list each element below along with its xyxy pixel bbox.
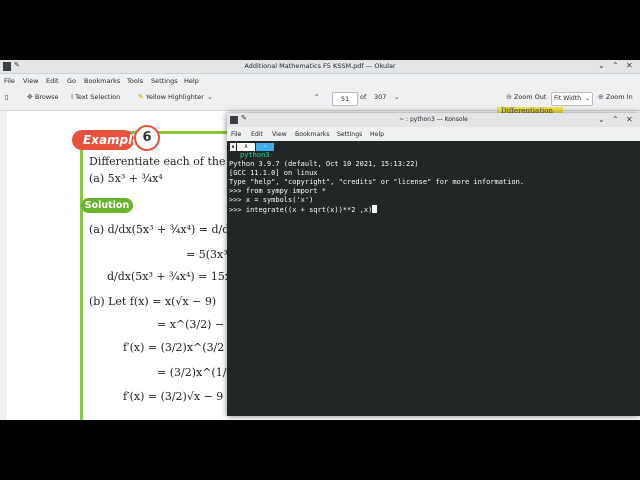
konsole-menu-help[interactable]: Help [370,131,384,138]
okular-menubar: File View Edit Go Bookmarks Tools Settin… [0,74,640,87]
next-page-icon[interactable]: ⌄ [394,93,399,101]
menu-file[interactable]: File [4,77,15,85]
highlighter-icon: ✎ [138,93,144,101]
menu-edit[interactable]: Edit [46,77,59,85]
maximize-icon[interactable]: ⌃ [612,61,619,70]
previous-page-icon[interactable]: ⌃ [314,93,319,101]
example-number: 6 [134,125,160,151]
okular-titlebar[interactable]: ✎ Additional Mathematics F5 KSSM.pdf — O… [0,60,640,74]
minimize-icon[interactable]: ⌄ [598,61,605,70]
konsole-menu-bookmarks[interactable]: Bookmarks [295,131,330,138]
terminal-input-line[interactable]: >>> integrate((x + sqrt(x))**2 ,x) [229,205,378,215]
menu-help[interactable]: Help [184,77,199,85]
hand-icon: ✥ [27,93,33,101]
menu-bookmarks[interactable]: Bookmarks [84,77,120,85]
sidebar-toggle-icon[interactable]: ▯ [5,93,9,101]
solution-line: (a) d/dx(5x³ + ¾x⁴) = d/dx(5 [89,223,247,236]
text-cursor [372,205,378,213]
menu-view[interactable]: View [23,77,38,85]
terminal-line: Type "help", "copyright", "credits" or "… [229,178,525,186]
konsole-menu-file[interactable]: File [231,131,241,138]
chevron-down-icon: ⌄ [584,95,590,102]
zoom-out-button[interactable]: ⊖ Zoom Out [506,93,546,101]
terminal-area[interactable]: ▪ A ~ python3 Python 3.9.7 (default, Oct… [227,141,640,416]
terminal-icon: ▪ [230,143,236,151]
terminal-line: [GCC 11.1.0] on linux [229,169,318,177]
close-icon[interactable]: ✕ [626,61,633,70]
konsole-titlebar[interactable]: ✎ ~ : python3 — Konsole ⌄ ⌃ ✕ [227,113,640,127]
maximize-icon[interactable]: ⌃ [612,115,619,124]
close-icon[interactable]: ✕ [626,115,633,124]
prompt-segment: ~ [256,143,274,151]
konsole-menu-view[interactable]: View [272,131,287,138]
desktop-screen: ✎ Additional Mathematics F5 KSSM.pdf — O… [0,60,640,420]
menu-tools[interactable]: Tools [127,77,143,85]
okular-window-title: Additional Mathematics F5 KSSM.pdf — Oku… [244,62,396,70]
konsole-window-title: ~ : python3 — Konsole [399,116,468,123]
terminal-line: Python 3.9.7 (default, Oct 10 2021, 15:1… [229,160,419,168]
solution-line: = 5(3x³ [186,248,228,261]
solution-line: f′(x) = (3/2)√x − 9 [123,390,224,403]
solution-line: (b) Let f(x) = x(√x − 9) [89,295,217,308]
terminal-line: >>> x = symbols('x') [229,196,314,204]
page-total-label: 307 [374,93,387,101]
konsole-menubar: File Edit View Bookmarks Settings Help [227,127,640,141]
browse-tool-button[interactable]: ✥ Browse [27,93,59,101]
prompt-segment: A [237,143,255,151]
chevron-down-icon: ⌄ [206,93,213,101]
minimize-icon[interactable]: ⌄ [598,115,605,124]
highlighter-button[interactable]: ✎ Yellow Highlighter ⌄ [138,93,215,101]
zoom-select[interactable]: Fit Width ⌄ [551,92,593,106]
solution-label: Solution [81,198,133,213]
example-label: Example [72,130,140,150]
menu-go[interactable]: Go [67,77,76,85]
konsole-menu-settings[interactable]: Settings [337,131,362,138]
konsole-menu-edit[interactable]: Edit [251,131,263,138]
zoom-in-button[interactable]: ⊕ Zoom In [598,93,633,101]
question-text: Differentiate each of the fol [89,155,244,168]
question-part-a: (a) 5x³ + ¾x⁴ [89,172,163,185]
zoom-out-icon: ⊖ [506,93,512,101]
menu-settings[interactable]: Settings [151,77,178,85]
zoom-in-icon: ⊕ [598,93,604,101]
text-selection-button[interactable]: Ⅰ Text Selection [71,93,120,101]
terminal-line: python3 [240,151,270,159]
page-of-label: of [360,93,367,101]
page-number-input[interactable]: 51 [332,92,358,106]
konsole-window: ✎ ~ : python3 — Konsole ⌄ ⌃ ✕ File Edit … [227,113,640,416]
text-cursor-icon: Ⅰ [71,93,74,101]
terminal-line: >>> from sympy import * [229,187,326,195]
sidebar-strip [0,111,7,420]
